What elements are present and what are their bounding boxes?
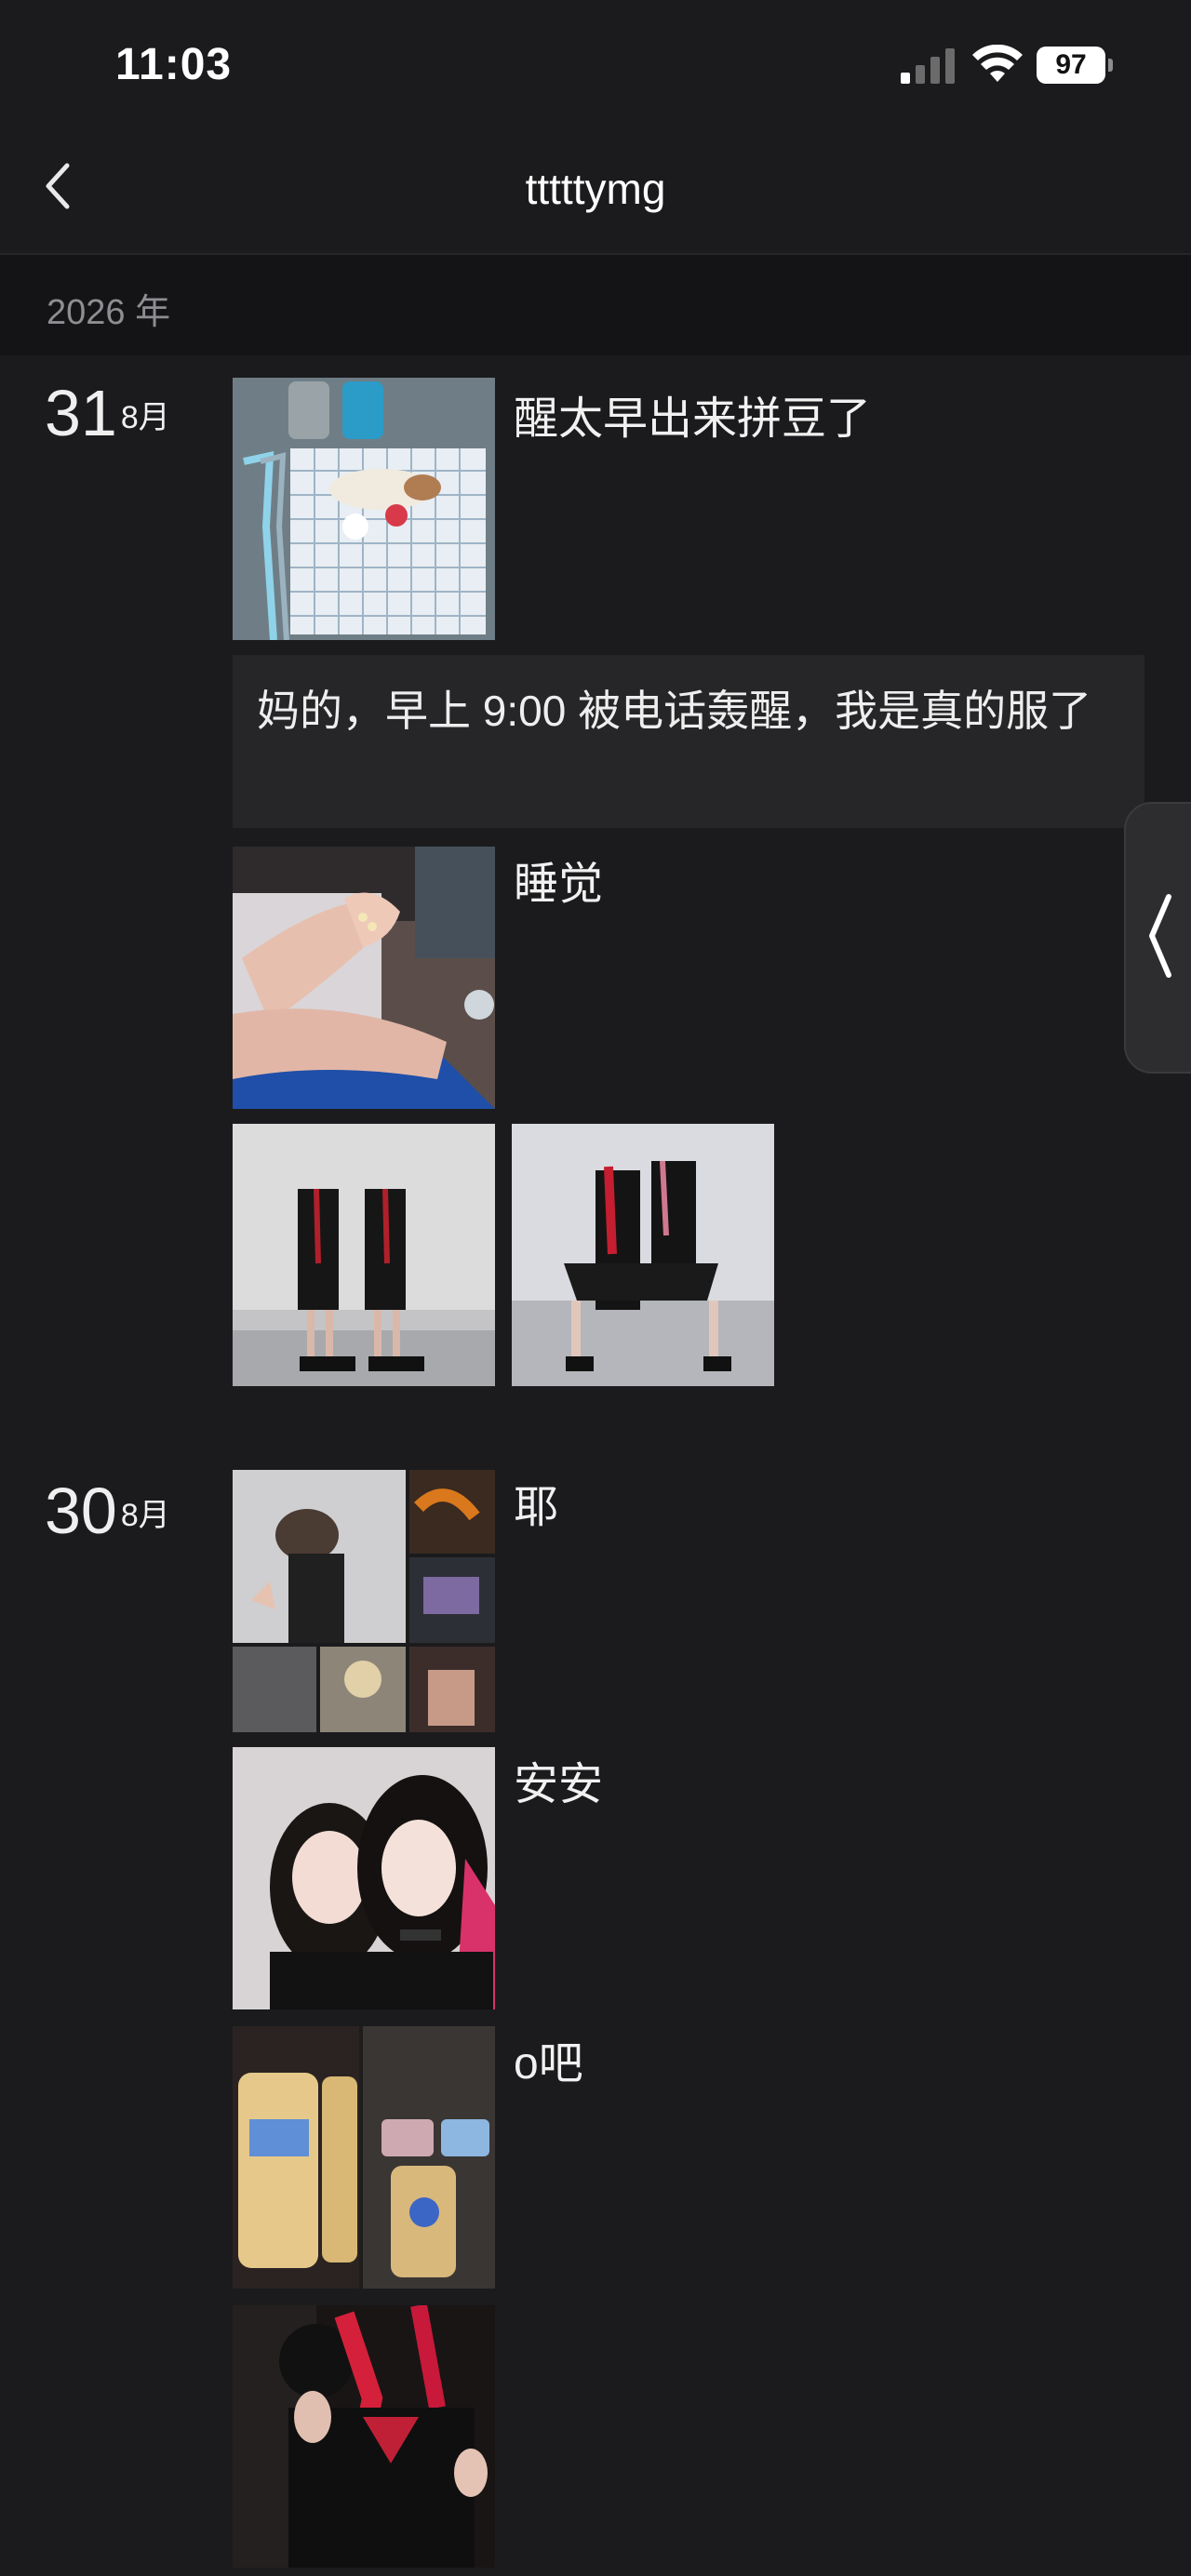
post-caption: 醒太早出来拼豆了 [514,394,872,444]
chevron-left-icon [1149,894,1171,978]
year-header: 2026 年 [0,255,1191,355]
post-caption: 耶 [514,1483,559,1532]
post-caption: 安安 [514,1760,604,1809]
text-post-card[interactable]: 妈的，早上 9:00 被电话轰醒，我是真的服了 [233,655,1144,828]
day-number: 31 [45,377,117,449]
date-30: 30 8月 [45,1474,170,1548]
date-31: 31 8月 [45,376,170,450]
status-time: 11:03 [115,40,233,89]
month-label: 8月 [120,400,170,435]
photo-collage-thumbnail-phones[interactable] [233,2026,495,2289]
photo-thumbnail-outfit-2[interactable] [512,1124,774,1386]
year-label: 2026 年 [47,293,171,332]
post-caption: 睡觉 [514,860,604,909]
nav-bar: tttttymg [0,130,1191,255]
side-panel-handle[interactable] [1124,802,1191,1074]
photo-thumbnail-outfit-1[interactable] [233,1124,495,1386]
status-bar: 11:03 97 [0,0,1191,130]
battery-level: 97 [1037,47,1105,84]
month-label: 8月 [120,1498,170,1533]
photo-collage-thumbnail[interactable] [233,1470,495,1732]
photo-thumbnail-bead-board[interactable] [233,378,495,640]
photo-thumbnail-group[interactable] [233,2305,495,2568]
battery-icon: 97 [1037,47,1113,84]
text-post-body: 妈的，早上 9:00 被电话轰醒，我是真的服了 [257,687,1092,735]
photo-thumbnail-selfie[interactable] [233,1747,495,2009]
page-title: tttttymg [525,165,666,213]
day-number: 30 [45,1475,117,1547]
cellular-signal-icon [901,48,955,84]
photo-thumbnail-hand[interactable] [233,847,495,1109]
wifi-icon [972,45,1023,82]
post-caption: o吧 [514,2039,583,2089]
